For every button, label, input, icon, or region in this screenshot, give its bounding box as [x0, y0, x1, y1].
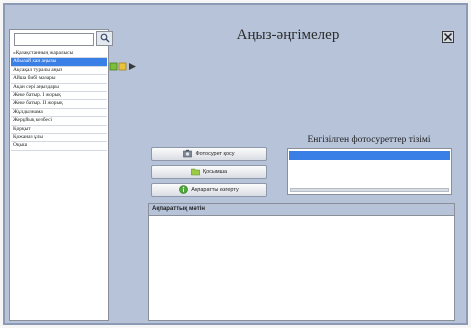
- photo-list-scrollbar[interactable]: [290, 188, 449, 192]
- search-button[interactable]: [96, 31, 113, 46]
- sidebar: «Қазақстанның жаралысы Абылай хан аңызы Ақ…: [9, 29, 113, 321]
- page-title: Аңыз-әңгімелер: [236, 27, 340, 43]
- edit-info-label: Ақпаратты өзгерту: [191, 187, 239, 193]
- additional-label: Қосымша: [202, 169, 228, 175]
- info-icon: [179, 184, 189, 196]
- sidebar-item[interactable]: Жерұйық кезбесі: [11, 117, 107, 126]
- info-panel: Ақпараттық мәтін: [148, 203, 455, 321]
- selection-marker: [109, 59, 139, 71]
- folder-icon: [191, 167, 200, 178]
- photo-icon: [183, 149, 193, 160]
- legend-list: «Қазақстанның жаралысы Абылай хан аңызы Ақ…: [11, 50, 107, 151]
- add-photo-button[interactable]: Фотосурет қосу: [151, 147, 267, 161]
- sidebar-item[interactable]: Жеке батыр. ІІ жорық: [11, 100, 107, 109]
- add-photo-label: Фотосурет қосу: [195, 151, 235, 157]
- info-panel-header: Ақпараттық мәтін: [149, 204, 454, 216]
- sidebar-item[interactable]: Жеке батыр. І жорық: [11, 92, 107, 101]
- photo-list[interactable]: [287, 148, 452, 195]
- search-input[interactable]: [14, 33, 94, 46]
- close-icon: [443, 32, 453, 42]
- sidebar-item[interactable]: Қорқыт: [11, 126, 107, 134]
- sidebar-item[interactable]: «Қазақстанның жаралысы: [11, 50, 107, 59]
- photo-list-selected-row[interactable]: [289, 151, 450, 160]
- sidebar-item[interactable]: Айша бибі мазары: [11, 75, 107, 84]
- sidebar-item[interactable]: Жұлдызнама: [11, 109, 107, 118]
- sidebar-item[interactable]: Ақсақал туралы аңыз: [11, 67, 107, 76]
- close-button[interactable]: [442, 31, 454, 43]
- app-window: «Қазақстанның жаралысы Абылай хан аңызы Ақ…: [3, 3, 468, 325]
- edit-info-button[interactable]: Ақпаратты өзгерту: [151, 183, 267, 197]
- search-icon: [100, 31, 110, 46]
- photo-list-label: Енгізілген фотосуреттер тізімі: [307, 135, 431, 145]
- additional-button[interactable]: Қосымша: [151, 165, 267, 179]
- info-text-area[interactable]: [149, 216, 454, 320]
- sidebar-item[interactable]: Абылай хан аңызы: [11, 58, 107, 67]
- sidebar-item[interactable]: Оқыш: [11, 142, 107, 151]
- sidebar-item[interactable]: Ақан сері аңыздары: [11, 84, 107, 92]
- sidebar-item[interactable]: Қожаназ ұлы: [11, 134, 107, 143]
